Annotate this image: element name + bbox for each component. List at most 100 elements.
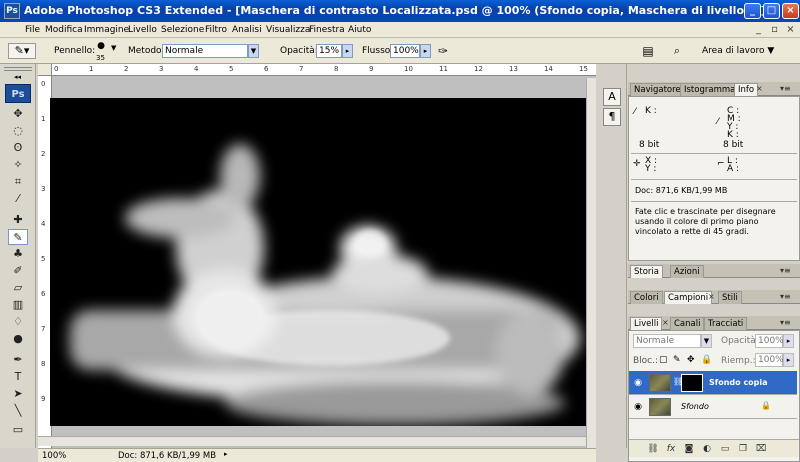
palette-icon[interactable]: ▤ — [640, 42, 656, 60]
ps-logo[interactable]: Ps — [5, 84, 31, 103]
new-group-icon[interactable]: ▭ — [719, 443, 731, 455]
fill-input[interactable]: 100% — [755, 353, 784, 367]
collapse-icon[interactable]: ◂◂ — [14, 73, 21, 81]
close-icon[interactable]: × — [662, 317, 669, 329]
move-tool-icon[interactable]: ✥ — [8, 106, 28, 122]
gradient-tool-icon[interactable]: ▥ — [8, 297, 28, 313]
path-selection-tool-icon[interactable]: ➤ — [8, 386, 28, 402]
adjustment-layer-icon[interactable]: ◐ — [701, 443, 713, 455]
blend-dropdown-icon[interactable]: ▼ — [701, 334, 712, 348]
panel-menu-icon[interactable]: ▾≡ — [780, 83, 791, 95]
dodge-tool-icon[interactable]: ● — [8, 331, 28, 347]
link-layers-icon[interactable]: ⛓ — [647, 443, 659, 455]
layer-row-sfondo-copia[interactable]: ◉ ⛓ Sfondo copia — [629, 371, 797, 395]
menu-selezione[interactable]: Selezione — [158, 23, 207, 37]
tab-livelli[interactable]: Livelli — [630, 317, 663, 330]
toolbox-grip[interactable] — [4, 67, 32, 71]
doc-restore-button[interactable]: ▫ — [768, 24, 781, 36]
close-button[interactable]: × — [782, 3, 799, 19]
flow-slider-button[interactable]: ▸ — [420, 44, 431, 58]
brush-dropdown-icon[interactable]: ▼ — [111, 44, 116, 52]
layer-name[interactable]: Sfondo — [681, 401, 709, 413]
menu-analisi[interactable]: Analisi — [229, 23, 265, 37]
new-layer-icon[interactable]: ❐ — [737, 443, 749, 455]
workspace-menu[interactable]: Area di lavoro ▼ — [702, 45, 774, 57]
tab-istogramma[interactable]: Istogramma — [680, 83, 740, 96]
tab-stili[interactable]: Stili — [718, 291, 742, 304]
layer-opacity-input[interactable]: 100% — [755, 334, 784, 348]
blend-mode-select[interactable]: Normale — [633, 334, 701, 348]
panel-menu-icon[interactable]: ▾≡ — [780, 265, 791, 277]
doc-close-button[interactable]: × — [784, 24, 797, 36]
bridge-icon[interactable]: ⌕ — [668, 42, 686, 60]
trash-icon[interactable]: ⌧ — [755, 443, 767, 455]
eyedropper-tool-icon[interactable]: ⁄ — [8, 191, 28, 207]
doc-minimize-button[interactable]: _ — [752, 24, 765, 36]
blur-tool-icon[interactable]: ♢ — [8, 314, 28, 330]
menu-filtro[interactable]: Filtro — [202, 23, 230, 37]
maximize-button[interactable]: □ — [763, 3, 780, 19]
eye-icon[interactable]: ◉ — [632, 377, 644, 389]
eye-icon[interactable]: ◉ — [632, 401, 644, 413]
tab-storia[interactable]: Storia — [630, 265, 663, 278]
layer-thumbnail[interactable] — [649, 398, 671, 416]
tab-navigatore[interactable]: Navigatore — [630, 83, 685, 96]
clone-stamp-tool-icon[interactable]: ♣ — [8, 246, 28, 262]
image-canvas[interactable] — [50, 98, 586, 426]
ruler-origin[interactable] — [38, 64, 52, 76]
tab-info[interactable]: Info — [734, 83, 759, 96]
opacity-slider-button[interactable]: ▸ — [342, 44, 353, 58]
tab-azioni[interactable]: Azioni — [670, 265, 704, 278]
flow-input[interactable]: 100% — [390, 44, 420, 58]
history-brush-tool-icon[interactable]: ✐ — [8, 263, 28, 279]
notes-tool-icon[interactable]: ▭ — [8, 422, 28, 438]
line-tool-icon[interactable]: ╲ — [8, 403, 28, 419]
magic-wand-tool-icon[interactable]: ✧ — [8, 157, 28, 173]
panel-menu-icon[interactable]: ▾≡ — [780, 291, 791, 303]
lock-position-icon[interactable]: ✥ — [687, 355, 695, 365]
panel-menu-icon[interactable]: ▾≡ — [780, 317, 791, 329]
lasso-tool-icon[interactable]: ʘ — [8, 140, 28, 156]
type-tool-icon[interactable]: T — [8, 369, 28, 385]
minimize-button[interactable]: _ — [744, 3, 761, 19]
vertical-scrollbar[interactable] — [586, 78, 596, 448]
fill-slider[interactable]: ▸ — [783, 353, 794, 367]
close-icon[interactable]: × — [708, 291, 715, 303]
status-menu-icon[interactable]: ▸ — [224, 450, 228, 458]
layer-name[interactable]: Sfondo copia — [709, 377, 768, 389]
add-mask-icon[interactable]: ◙ — [683, 443, 695, 455]
lock-pixels-icon[interactable]: ✎ — [673, 355, 681, 365]
layer-style-icon[interactable]: fx — [665, 443, 677, 455]
menu-aiuto[interactable]: Aiuto — [345, 23, 374, 37]
tab-canali[interactable]: Canali — [670, 317, 705, 330]
menu-file[interactable]: File — [22, 23, 43, 37]
eraser-tool-icon[interactable]: ▱ — [8, 280, 28, 296]
menu-modifica[interactable]: Modifica — [42, 23, 86, 37]
mode-select[interactable]: Normale — [162, 44, 248, 58]
tab-campioni[interactable]: Campioni — [664, 291, 713, 304]
opacity-input[interactable]: 15% — [316, 44, 342, 58]
healing-brush-tool-icon[interactable]: ✚ — [8, 212, 28, 228]
character-panel-icon[interactable]: A — [603, 88, 621, 106]
zoom-level[interactable]: 100% — [42, 450, 66, 462]
menu-finestra[interactable]: Finestra — [306, 23, 348, 37]
layer-mask-thumbnail[interactable] — [681, 374, 703, 392]
pen-tool-icon[interactable]: ✒ — [8, 352, 28, 368]
crop-tool-icon[interactable]: ⌗ — [8, 174, 28, 190]
tool-preset-picker[interactable]: ✎▾ — [8, 43, 36, 59]
brush-tool-icon[interactable]: ✎ — [8, 229, 28, 245]
layer-row-sfondo[interactable]: ◉ Sfondo 🔒 — [629, 395, 797, 419]
horizontal-ruler[interactable]: 0 1 2 3 4 5 6 7 8 9 10 11 12 13 14 15 — [52, 64, 596, 76]
menu-livello[interactable]: Livello — [125, 23, 160, 37]
marquee-tool-icon[interactable]: ◌ — [8, 123, 28, 139]
lock-transparency-icon[interactable]: ▢ — [659, 355, 668, 365]
tab-colori[interactable]: Colori — [630, 291, 663, 304]
layer-thumbnail[interactable] — [649, 374, 671, 392]
paragraph-panel-icon[interactable]: ¶ — [603, 108, 621, 126]
horizontal-scrollbar[interactable] — [38, 436, 586, 446]
lock-all-icon[interactable]: 🔒 — [701, 355, 712, 365]
close-icon[interactable]: × — [756, 83, 763, 95]
airbrush-icon[interactable]: ✑ — [434, 42, 452, 60]
layer-opacity-slider[interactable]: ▸ — [783, 334, 794, 348]
tab-tracciati[interactable]: Tracciati — [704, 317, 748, 330]
